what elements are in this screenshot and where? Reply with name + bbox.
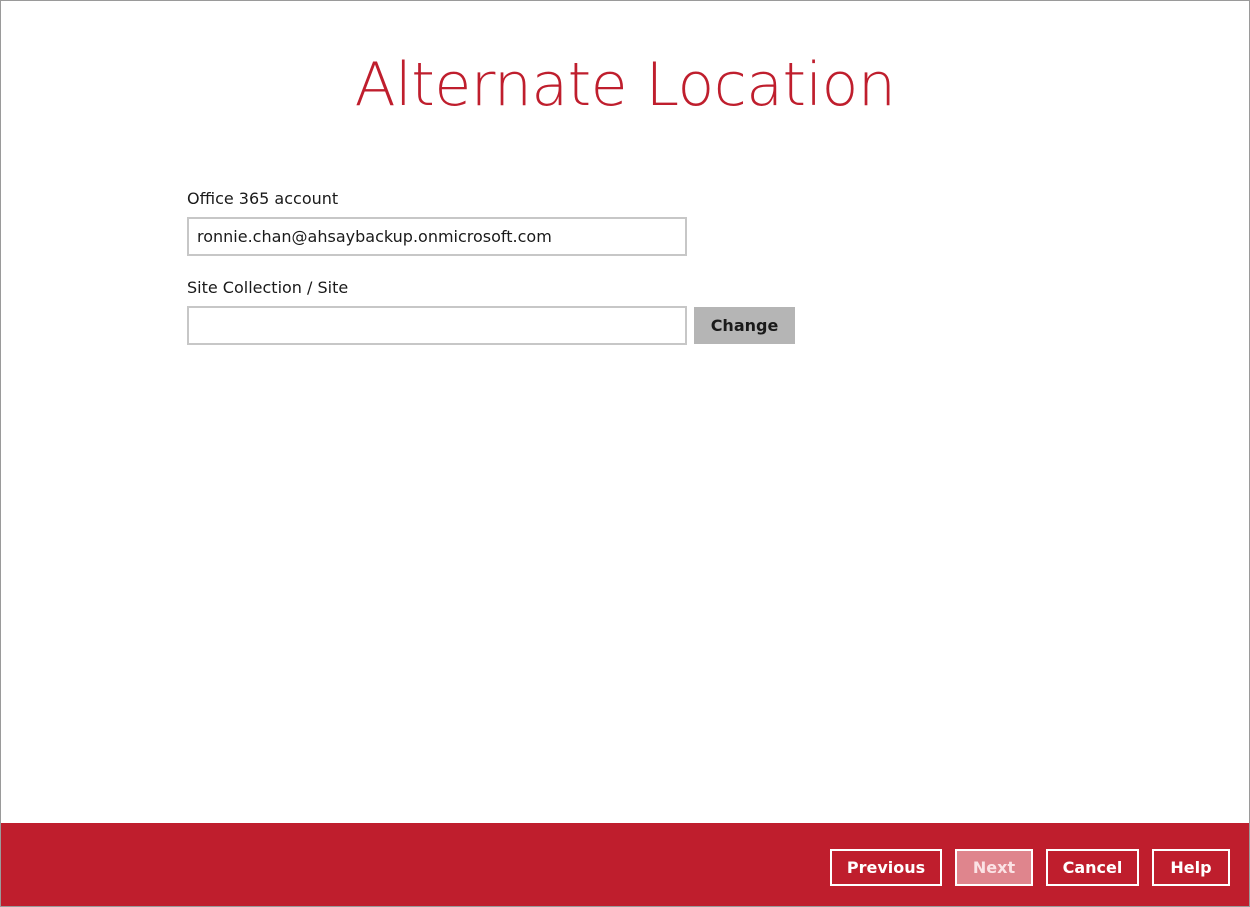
change-button[interactable]: Change [694, 307, 795, 344]
office365-account-field[interactable] [187, 217, 687, 256]
page-title: Alternate Location [354, 50, 896, 120]
wizard-window: Alternate Location Office 365 account Si… [0, 0, 1250, 907]
site-collection-field[interactable] [187, 306, 687, 345]
office365-account-label: Office 365 account [187, 189, 339, 208]
cancel-button[interactable]: Cancel [1046, 849, 1139, 886]
site-collection-label: Site Collection / Site [187, 278, 349, 297]
previous-button[interactable]: Previous [830, 849, 942, 886]
help-button[interactable]: Help [1152, 849, 1230, 886]
next-button[interactable]: Next [955, 849, 1033, 886]
footer-bar: Previous Next Cancel Help [1, 823, 1249, 906]
